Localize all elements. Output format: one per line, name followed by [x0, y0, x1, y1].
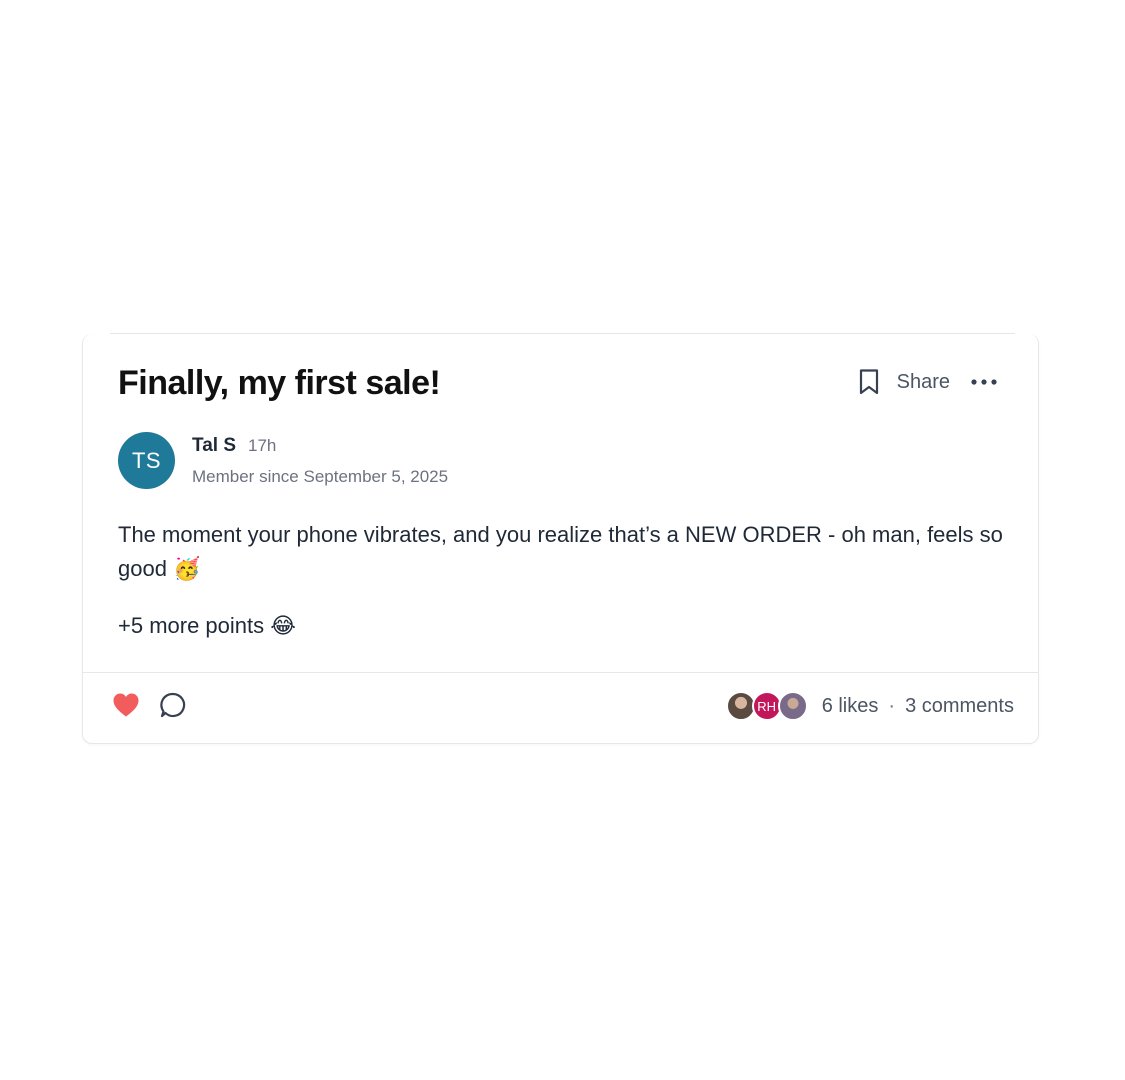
author-name[interactable]: Tal S	[192, 435, 236, 457]
reaction-buttons	[112, 692, 186, 718]
share-button[interactable]: Share	[897, 371, 950, 394]
engagement-summary: RH 6 likes · 3 comments	[725, 691, 1014, 721]
comments-count[interactable]: 3 comments	[905, 695, 1014, 718]
post-card: Finally, my first sale! Share TS Tal S 1…	[82, 334, 1039, 744]
post-body: The moment your phone vibrates, and you …	[118, 518, 1008, 666]
liker-avatar	[777, 691, 808, 721]
post-paragraph: The moment your phone vibrates, and you …	[118, 522, 1003, 581]
post-actions: Share	[857, 368, 998, 396]
post-title: Finally, my first sale!	[118, 364, 441, 402]
footer-divider	[83, 672, 1038, 673]
author-avatar[interactable]: TS	[118, 432, 175, 489]
author-line: Tal S 17h	[192, 435, 276, 457]
liker-avatars[interactable]: RH	[725, 691, 808, 721]
bookmark-icon[interactable]	[857, 368, 881, 396]
member-since: Member since September 5, 2025	[192, 467, 449, 486]
comment-icon[interactable]	[160, 692, 186, 718]
likes-count[interactable]: 6 likes	[822, 695, 879, 718]
post-paragraph: +5 more points 😂	[118, 613, 296, 638]
heart-icon[interactable]	[112, 692, 140, 718]
separator-dot: ·	[888, 694, 896, 717]
more-options-icon[interactable]	[964, 378, 998, 386]
post-timestamp: 17h	[248, 436, 277, 455]
